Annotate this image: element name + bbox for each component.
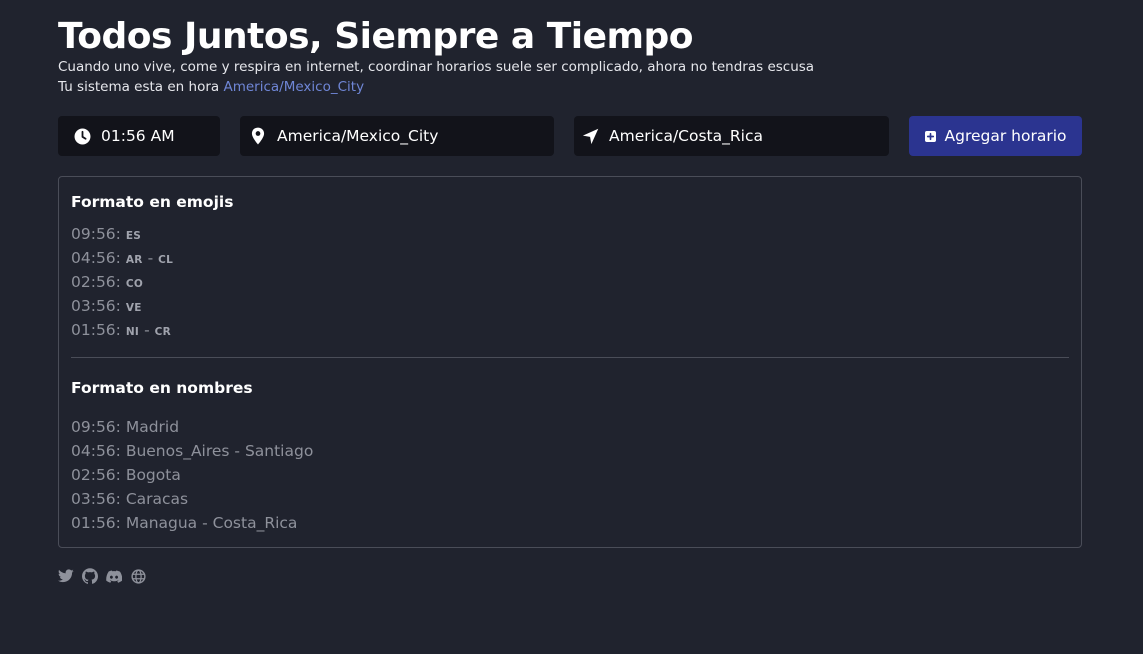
results-card: Formato en emojis 09:56: ES 04:56: AR - … — [58, 176, 1082, 548]
flag-cr: CR — [154, 326, 171, 338]
flag-cl: CL — [158, 254, 174, 266]
github-icon[interactable] — [82, 568, 98, 584]
page-title: Todos Juntos, Siempre a Tiempo — [58, 16, 694, 57]
names-row: 03:56: Caracas — [71, 490, 189, 508]
system-timezone-prefix: Tu sistema esta en hora — [58, 79, 220, 95]
footer-links — [58, 568, 154, 584]
add-schedule-button[interactable]: Agregar horario — [909, 116, 1082, 156]
time-value: 01:56 AM — [101, 127, 175, 145]
system-timezone-line: Tu sistema esta en hora America/Mexico_C… — [58, 78, 364, 96]
emoji-row: 09:56: ES — [71, 222, 173, 246]
emoji-row-time: 02:56: — [71, 273, 121, 291]
emoji-row-time: 09:56: — [71, 225, 121, 243]
twitter-icon[interactable] — [58, 568, 74, 584]
plus-square-icon — [924, 130, 936, 142]
emoji-row: 03:56: VE — [71, 294, 173, 318]
names-section-title: Formato en nombres — [71, 379, 253, 397]
to-timezone-select[interactable]: America/Costa_Rica — [574, 116, 889, 156]
emoji-row-time: 03:56: — [71, 297, 121, 315]
add-schedule-label: Agregar horario — [944, 127, 1067, 145]
separator: - — [144, 321, 150, 339]
section-divider — [71, 357, 1069, 358]
from-timezone-select[interactable]: America/Mexico_City — [240, 116, 554, 156]
flag-co: CO — [125, 278, 144, 290]
emoji-row: 01:56: NI - CR — [71, 318, 173, 342]
from-timezone-value: America/Mexico_City — [277, 127, 439, 145]
flag-ar: AR — [125, 254, 143, 266]
emoji-row: 02:56: CO — [71, 270, 173, 294]
to-timezone-value: America/Costa_Rica — [609, 127, 763, 145]
map-pin-icon — [249, 127, 267, 145]
clock-icon — [73, 127, 91, 145]
names-row: 04:56: Buenos_Aires - Santiago — [71, 442, 314, 460]
flag-ve: VE — [125, 302, 142, 314]
emoji-row-time: 04:56: — [71, 249, 121, 267]
flag-ni: NI — [125, 326, 140, 338]
names-row: 09:56: Madrid — [71, 418, 180, 436]
emoji-list: 09:56: ES 04:56: AR - CL 02:56: CO 03:56… — [71, 222, 173, 342]
emoji-section-title: Formato en emojis — [71, 193, 234, 211]
time-input[interactable]: 01:56 AM — [58, 116, 220, 156]
names-row: 02:56: Bogota — [71, 466, 181, 484]
location-arrow-icon — [581, 127, 599, 145]
emoji-row: 04:56: AR - CL — [71, 246, 173, 270]
system-timezone-link[interactable]: America/Mexico_City — [223, 79, 364, 95]
discord-icon[interactable] — [106, 568, 122, 584]
names-list: 09:56: Madrid 04:56: Buenos_Aires - Sant… — [71, 415, 313, 535]
globe-icon[interactable] — [130, 568, 146, 584]
emoji-row-time: 01:56: — [71, 321, 121, 339]
separator: - — [147, 249, 154, 267]
names-row: 01:56: Managua - Costa_Rica — [71, 514, 298, 532]
flag-es: ES — [125, 230, 142, 242]
page-subtitle: Cuando uno vive, come y respira en inter… — [58, 59, 815, 75]
